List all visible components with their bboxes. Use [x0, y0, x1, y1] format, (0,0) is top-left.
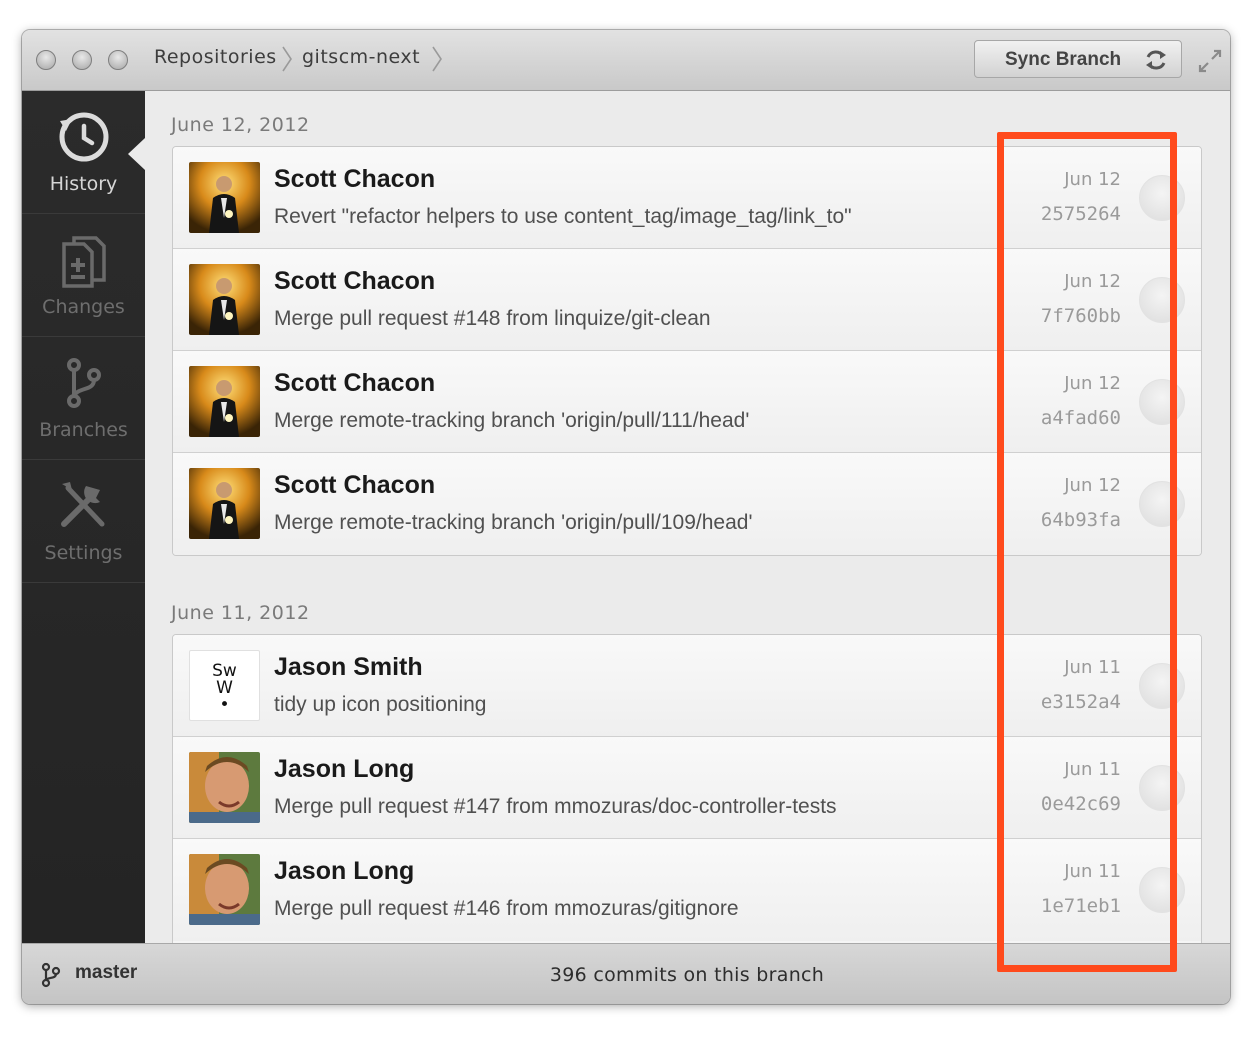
- commit-date: Jun 12: [1064, 271, 1121, 292]
- breadcrumb-separator-icon: [282, 46, 292, 72]
- date-header: June 12, 2012: [171, 114, 310, 136]
- sync-icon: [1146, 50, 1166, 70]
- active-indicator: [128, 138, 145, 170]
- changes-icon: [62, 236, 106, 288]
- branches-icon: [67, 358, 101, 408]
- commit-date: Jun 12: [1064, 475, 1121, 496]
- status-bar: master 396 commits on this branch: [22, 943, 1230, 1004]
- commit-indicator: [1139, 765, 1185, 811]
- commit-indicator: [1139, 277, 1185, 323]
- commit-date: Jun 11: [1064, 759, 1121, 780]
- commit-sha[interactable]: 0e42c69: [1041, 793, 1121, 815]
- sync-branch-button[interactable]: Sync Branch: [974, 40, 1182, 78]
- zoom-window-button[interactable]: [108, 50, 128, 70]
- breadcrumb-repositories[interactable]: Repositories: [154, 46, 277, 68]
- commit-row[interactable]: Sw W • Jason Smith tidy up icon position…: [173, 635, 1201, 737]
- commit-message: Merge remote-tracking branch 'origin/pul…: [274, 511, 753, 534]
- app-window: Repositories gitscm-next Sync Branch His…: [22, 30, 1230, 1004]
- sidebar-item-label: Branches: [39, 419, 128, 441]
- commit-row[interactable]: Jason Long Merge pull request #147 from …: [173, 737, 1201, 839]
- history-icon: [59, 112, 109, 162]
- commit-date: Jun 12: [1064, 169, 1121, 190]
- sidebar-item-label: History: [49, 173, 118, 195]
- author-avatar: [189, 162, 260, 233]
- minimize-window-button[interactable]: [72, 50, 92, 70]
- commit-row[interactable]: Scott Chacon Merge remote-tracking branc…: [173, 453, 1201, 555]
- commit-row[interactable]: Scott Chacon Revert "refactor helpers to…: [173, 147, 1201, 249]
- commit-sha[interactable]: 64b93fa: [1041, 509, 1121, 531]
- commit-message: Merge pull request #147 from mmozuras/do…: [274, 795, 837, 818]
- sync-branch-label: Sync Branch: [1005, 49, 1122, 70]
- sidebar-item-history[interactable]: History: [22, 91, 145, 214]
- commit-message: Merge remote-tracking branch 'origin/pul…: [274, 409, 750, 432]
- commit-sha[interactable]: 2575264: [1041, 203, 1121, 225]
- author-avatar: [189, 366, 260, 437]
- commit-sha[interactable]: 7f760bb: [1041, 305, 1121, 327]
- author-avatar: [189, 752, 260, 823]
- commit-author: Scott Chacon: [274, 369, 436, 397]
- breadcrumb-repository[interactable]: gitscm-next: [302, 46, 420, 68]
- commit-indicator: [1139, 379, 1185, 425]
- commit-sha[interactable]: 1e71eb1: [1041, 895, 1121, 917]
- author-avatar: [189, 468, 260, 539]
- commit-date: Jun 11: [1064, 861, 1121, 882]
- commit-row[interactable]: Scott Chacon Merge remote-tracking branc…: [173, 351, 1201, 453]
- commit-sha[interactable]: e3152a4: [1041, 691, 1121, 713]
- sidebar-item-label: Changes: [42, 296, 125, 318]
- date-header: June 11, 2012: [171, 602, 310, 624]
- settings-icon: [61, 482, 105, 527]
- commit-date: Jun 12: [1064, 373, 1121, 394]
- sidebar-item-changes[interactable]: Changes: [22, 214, 145, 337]
- commit-indicator: [1139, 175, 1185, 221]
- commit-author: Jason Long: [274, 755, 415, 783]
- commit-author: Scott Chacon: [274, 267, 436, 295]
- commit-sha[interactable]: a4fad60: [1041, 407, 1121, 429]
- author-avatar: [189, 264, 260, 335]
- sidebar-item-label: Settings: [44, 542, 123, 564]
- author-avatar: [189, 854, 260, 925]
- commit-message: tidy up icon positioning: [274, 693, 487, 716]
- fullscreen-icon[interactable]: [1195, 46, 1225, 76]
- commit-group: Scott Chacon Revert "refactor helpers to…: [172, 146, 1202, 556]
- commit-author: Jason Long: [274, 857, 415, 885]
- breadcrumb-separator-icon: [432, 46, 442, 72]
- commit-row[interactable]: Jason Long Merge pull request #146 from …: [173, 839, 1201, 941]
- commit-date: Jun 11: [1064, 657, 1121, 678]
- sidebar-item-branches[interactable]: Branches: [22, 337, 145, 460]
- close-window-button[interactable]: [36, 50, 56, 70]
- sidebar-item-settings[interactable]: Settings: [22, 460, 145, 583]
- author-avatar: Sw W •: [189, 650, 260, 721]
- commit-message: Merge pull request #148 from linquize/gi…: [274, 307, 711, 330]
- commit-message: Revert "refactor helpers to use content_…: [274, 205, 852, 228]
- commit-row[interactable]: Scott Chacon Merge pull request #148 fro…: [173, 249, 1201, 351]
- avatar-badge-text: •: [219, 695, 230, 715]
- commit-author: Jason Smith: [274, 653, 423, 681]
- titlebar: Repositories gitscm-next Sync Branch: [22, 30, 1230, 91]
- commit-indicator: [1139, 867, 1185, 913]
- commit-count: 396 commits on this branch: [549, 964, 825, 986]
- commit-author: Scott Chacon: [274, 471, 436, 499]
- commit-author: Scott Chacon: [274, 165, 436, 193]
- sidebar: History Changes Branches Settings: [22, 91, 145, 943]
- commit-indicator: [1139, 481, 1185, 527]
- commit-indicator: [1139, 663, 1185, 709]
- commit-message: Merge pull request #146 from mmozuras/gi…: [274, 897, 739, 920]
- history-list: June 12, 2012 Scott Chacon Revert "refac…: [145, 91, 1230, 943]
- commit-group: Sw W • Jason Smith tidy up icon position…: [172, 634, 1202, 943]
